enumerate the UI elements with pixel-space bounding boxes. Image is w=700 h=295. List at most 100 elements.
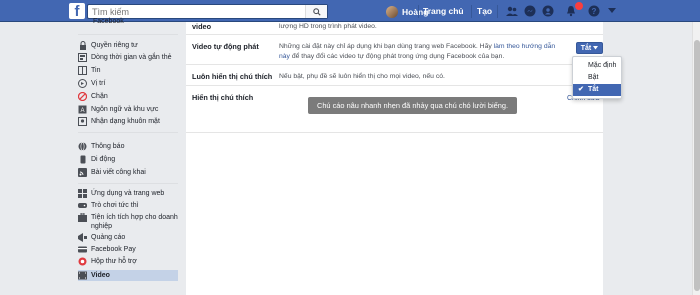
sidebar-item-apps-websites[interactable]: Ứng dụng và trang web [78, 189, 178, 198]
sidebar-item-label: Nhận dạng khuôn mặt [91, 118, 160, 125]
sidebar-item-label: Dòng thời gian và gắn thẻ [91, 54, 172, 61]
nav-divider [418, 5, 419, 18]
setting-label: Video tự động phát [192, 42, 259, 51]
setting-description: lượng HD trong trình phát video. [279, 23, 377, 30]
ads-icon [78, 233, 87, 242]
description-text: để thay đổi các video tự động phát trong… [289, 52, 505, 60]
sidebar-item-face-recognition[interactable]: Nhận dạng khuôn mặt [78, 117, 178, 126]
sidebar-item-ads[interactable]: Quảng cáo [78, 233, 178, 242]
video-icon [78, 271, 87, 280]
sidebar-item-label: Vị trí [91, 80, 106, 87]
row-divider [186, 85, 603, 86]
sidebar-item-business-integrations[interactable]: Tiện ích tích hợp cho doanh nghiệp [78, 213, 178, 231]
sidebar-item-public-posts[interactable]: Bài viết công khai [78, 168, 178, 177]
row-divider [186, 34, 603, 35]
page-scrollbar[interactable] [692, 22, 700, 295]
sidebar-item-label: Trò chơi tức thì [91, 202, 139, 209]
sidebar-item-label: Ứng dụng và trang web [91, 190, 165, 197]
sidebar-item-label: Quảng cáo [91, 234, 126, 241]
video-settings-panel: video lượng HD trong trình phát video. V… [186, 22, 603, 295]
search-icon [312, 7, 321, 16]
sidebar-item-stories[interactable]: Tin [78, 66, 178, 75]
sidebar-item-label: Ngôn ngữ và khu vực [91, 106, 159, 113]
sidebar-item-label: Chặn [91, 93, 108, 100]
game-icon [78, 201, 87, 210]
facebook-logo[interactable]: f [69, 3, 85, 19]
home-link[interactable]: Trang chủ [423, 5, 464, 18]
mobile-icon [78, 155, 87, 164]
block-icon [78, 92, 87, 101]
help-icon[interactable]: ? [587, 4, 601, 18]
sidebar-item-label: Bài viết công khai [91, 169, 146, 176]
chevron-down-icon [593, 46, 599, 50]
nav-divider [471, 5, 472, 18]
row-divider [186, 132, 603, 133]
sidebar-item-video[interactable]: Video [78, 270, 178, 281]
sidebar-item-instant-games[interactable]: Trò chơi tức thì [78, 201, 178, 210]
sidebar-item-support-inbox[interactable]: Hộp thư hỗ trợ [78, 257, 178, 266]
globe-icon [78, 142, 87, 151]
face-icon [78, 117, 87, 126]
sidebar-item-language[interactable]: A Ngôn ngữ và khu vực [78, 105, 178, 114]
account-menu-chevron-icon[interactable] [605, 4, 619, 18]
autoplay-dropdown-menu: Mặc định Bật ✔ Tắt [572, 56, 622, 99]
caption-preview: Chú cáo nâu nhanh nhẹn đã nhảy qua chú c… [308, 97, 517, 114]
sidebar-item-cut[interactable]: Facebook [93, 18, 124, 25]
svg-text:?: ? [592, 7, 597, 16]
timeline-icon [78, 53, 87, 62]
messenger-icon[interactable] [523, 4, 537, 18]
sidebar-item-label: Thông báo [91, 143, 125, 150]
sidebar-item-label: Di động [91, 156, 116, 163]
sidebar-item-label: Video [91, 272, 110, 279]
setting-description: Những cài đặt này chỉ áp dụng khi bạn dù… [279, 42, 556, 61]
search-box [87, 4, 328, 19]
sidebar-divider [78, 34, 178, 35]
settings-sidebar: Facebook Quyền riêng tư Dòng thời gian v… [78, 18, 178, 295]
row-divider [186, 64, 603, 65]
search-button[interactable] [305, 5, 327, 18]
sidebar-item-blocking[interactable]: Chặn [78, 92, 178, 101]
nav-divider [497, 5, 498, 18]
dropdown-option-label: Tắt [588, 86, 599, 93]
book-icon [78, 66, 87, 75]
dropdown-option-off[interactable]: ✔ Tắt [573, 84, 621, 96]
rss-icon [78, 168, 87, 177]
dropdown-option-on[interactable]: Bật [573, 72, 621, 84]
sidebar-item-privacy[interactable]: Quyền riêng tư [78, 41, 178, 50]
sidebar-item-timeline-tagging[interactable]: Dòng thời gian và gắn thẻ [78, 53, 178, 62]
notification-badge [575, 2, 583, 10]
sidebar-item-label: Hộp thư hỗ trợ [91, 258, 137, 265]
checkmark-icon: ✔ [578, 86, 584, 93]
create-link[interactable]: Tạo [477, 5, 492, 18]
sidebar-item-label: Tiện ích tích hợp cho doanh nghiệp [91, 214, 178, 230]
setting-label: Luôn hiển thị chú thích [192, 72, 273, 81]
scrollbar-thumb[interactable] [694, 40, 700, 291]
sidebar-item-label: Facebook Pay [91, 246, 136, 253]
location-icon [78, 79, 87, 88]
search-input[interactable] [92, 5, 302, 18]
description-text: Những cài đặt này chỉ áp dụng khi bạn dù… [279, 43, 494, 50]
sidebar-item-location[interactable]: Vị trí [78, 79, 178, 88]
setting-label: video [192, 22, 212, 31]
avatar [386, 5, 398, 18]
friend-requests-icon[interactable] [505, 4, 519, 18]
lock-icon [78, 41, 87, 50]
sidebar-divider [78, 183, 178, 184]
autoplay-selected-label: Tắt [580, 44, 592, 52]
sidebar-item-mobile[interactable]: Di động [78, 155, 178, 164]
sidebar-item-label: Quyền riêng tư [91, 42, 138, 49]
autoplay-select-button[interactable]: Tắt [576, 42, 603, 54]
sidebar-item-label: Tin [91, 67, 101, 74]
setting-label: Hiển thị chú thích [192, 93, 254, 102]
groups-icon[interactable] [541, 4, 555, 18]
business-icon [78, 213, 87, 222]
dropdown-option-default[interactable]: Mặc định [573, 60, 621, 72]
support-icon [78, 257, 87, 266]
apps-icon [78, 189, 87, 198]
svg-text:A: A [80, 108, 84, 114]
language-icon: A [78, 105, 87, 114]
setting-description: Nếu bật, phụ đề sẽ luôn hiển thị cho mọi… [279, 73, 445, 80]
sidebar-item-facebook-pay[interactable]: Facebook Pay [78, 245, 178, 254]
sidebar-item-notifications[interactable]: Thông báo [78, 142, 178, 151]
pay-icon [78, 245, 87, 254]
